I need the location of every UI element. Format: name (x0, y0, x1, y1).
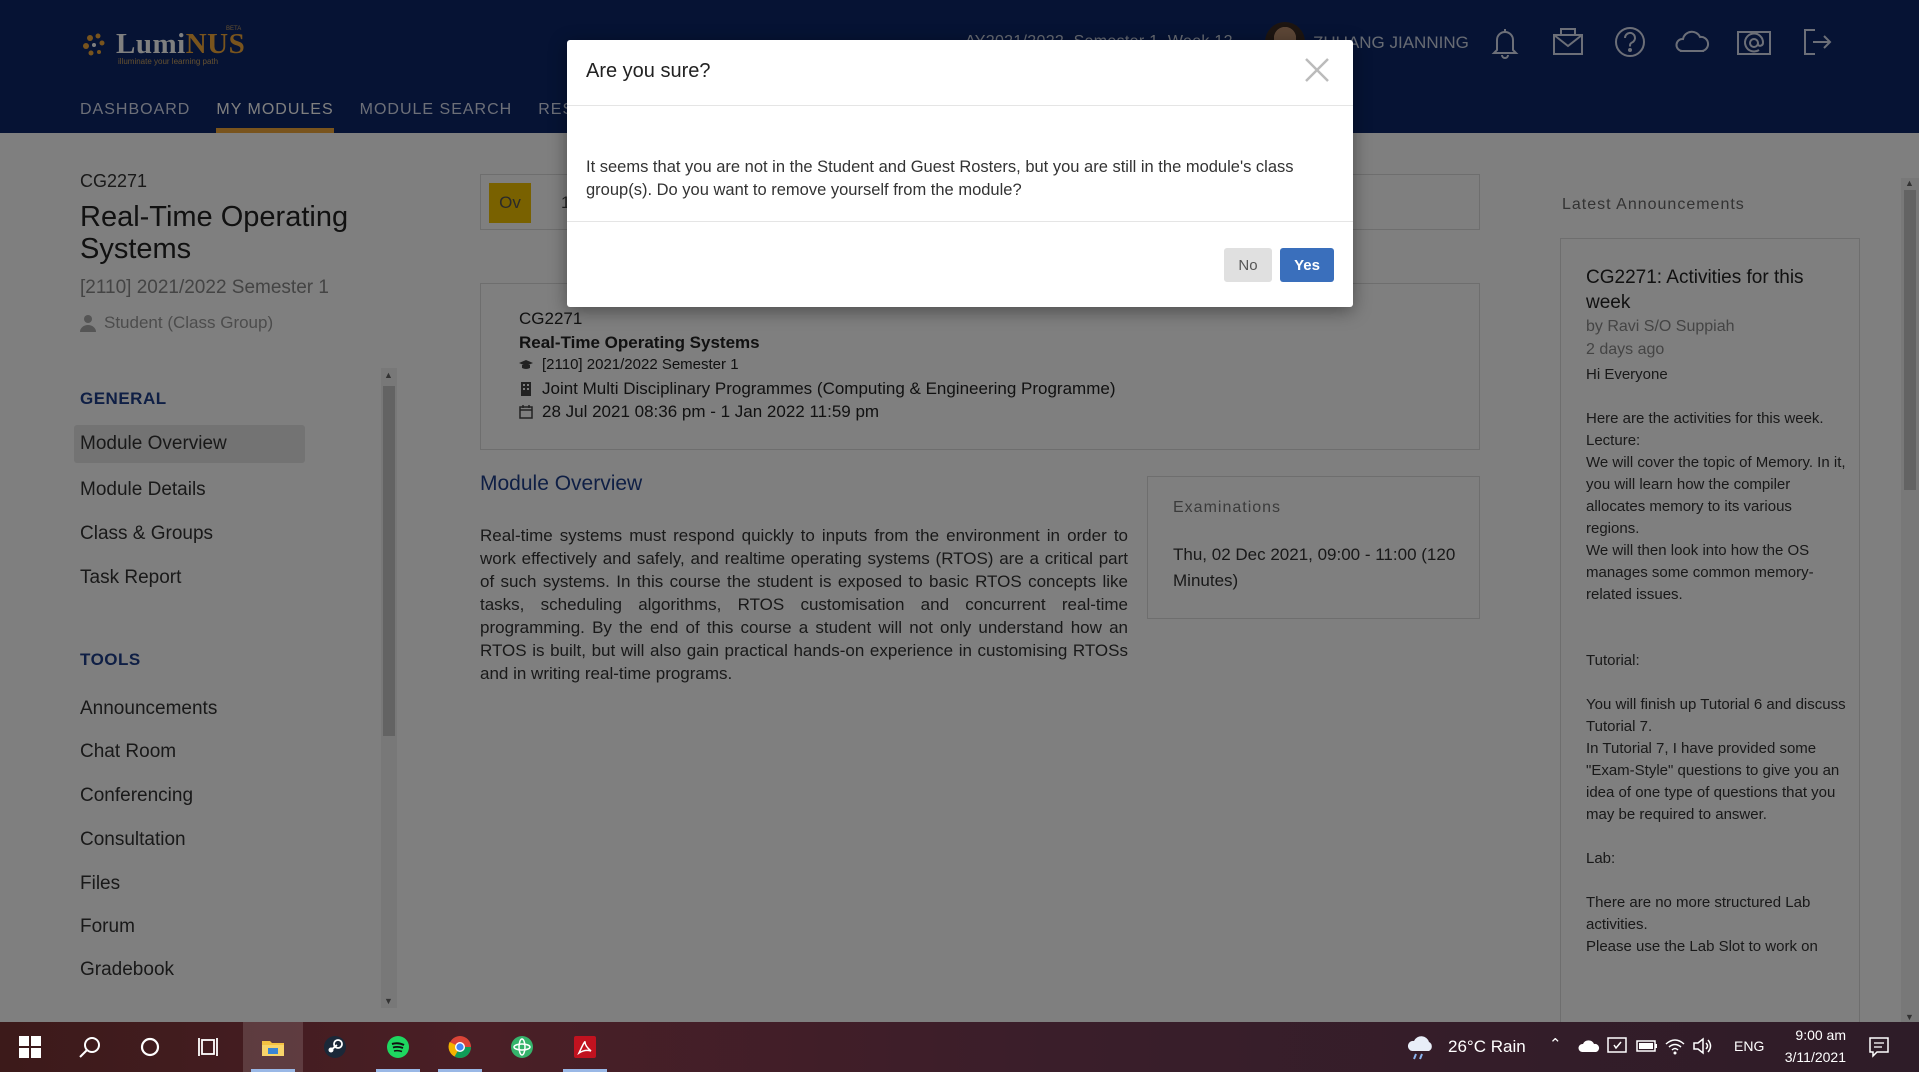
dialog-message: It seems that you are not in the Student… (586, 158, 1294, 199)
notification-center-icon[interactable] (1867, 1035, 1891, 1059)
dialog-footer: No Yes (567, 221, 1353, 307)
no-button[interactable]: No (1224, 248, 1272, 282)
wifi-icon[interactable] (1664, 1036, 1686, 1056)
weather-rain-icon[interactable] (1406, 1033, 1436, 1061)
yes-button[interactable]: Yes (1280, 248, 1334, 282)
windows-taskbar: 26°C Rain ⌃ ENG 9:00 am 3/11/2021 (0, 1022, 1919, 1072)
clock-time[interactable]: 9:00 am (1774, 1027, 1846, 1043)
onedrive-icon[interactable] (1578, 1038, 1600, 1054)
dialog-title: Are you sure? (586, 60, 711, 82)
start-icon[interactable] (0, 1022, 60, 1072)
app-icon[interactable] (492, 1022, 552, 1072)
volume-icon[interactable] (1692, 1036, 1714, 1056)
security-icon[interactable] (1606, 1036, 1628, 1056)
chrome-icon[interactable] (430, 1022, 490, 1072)
language-indicator[interactable]: ENG (1734, 1038, 1764, 1054)
dialog-header: Are you sure? (567, 40, 1353, 106)
close-icon[interactable] (1301, 54, 1333, 86)
spotify-icon[interactable] (368, 1022, 428, 1072)
tray-chevron-icon[interactable]: ⌃ (1549, 1035, 1562, 1053)
acrobat-icon[interactable] (555, 1022, 615, 1072)
confirm-dialog: Are you sure? It seems that you are not … (567, 40, 1353, 307)
steam-icon[interactable] (305, 1022, 365, 1072)
search-icon[interactable] (60, 1022, 120, 1072)
task-view-icon[interactable] (180, 1022, 240, 1072)
battery-icon[interactable] (1636, 1038, 1658, 1054)
weather-text[interactable]: 26°C Rain (1448, 1037, 1526, 1057)
cortana-icon[interactable] (120, 1022, 180, 1072)
file-explorer-icon[interactable] (243, 1022, 303, 1072)
clock-date[interactable]: 3/11/2021 (1774, 1049, 1846, 1065)
